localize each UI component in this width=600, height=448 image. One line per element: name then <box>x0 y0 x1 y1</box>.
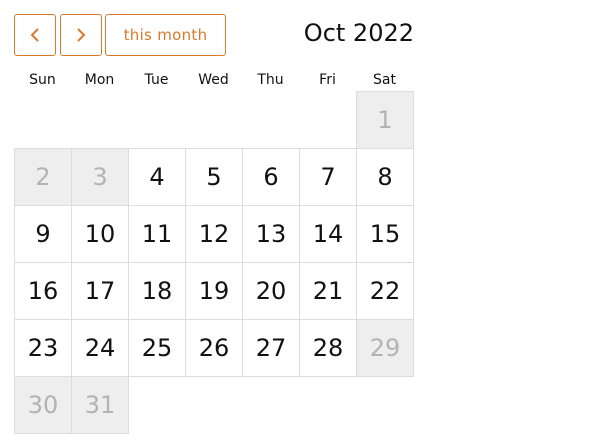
chevron-left-icon <box>30 28 39 42</box>
day-cell[interactable]: 8 <box>356 148 414 206</box>
empty-cell <box>128 376 186 434</box>
previous-month-button[interactable] <box>14 14 56 56</box>
day-cell[interactable]: 28 <box>299 319 357 377</box>
day-cell[interactable]: 20 <box>242 262 300 320</box>
day-cell[interactable]: 9 <box>14 205 72 263</box>
empty-cell <box>242 91 300 149</box>
weekday-header: Sun Mon Tue Wed Thu Fri Sat <box>14 68 414 92</box>
day-cell-outside-month[interactable]: 31 <box>71 376 129 434</box>
day-cell[interactable]: 27 <box>242 319 300 377</box>
day-cell[interactable]: 4 <box>128 148 186 206</box>
day-cell[interactable]: 15 <box>356 205 414 263</box>
day-cell[interactable]: 25 <box>128 319 186 377</box>
empty-cell <box>185 376 243 434</box>
empty-cell <box>242 376 300 434</box>
day-cell-outside-month[interactable]: 2 <box>14 148 72 206</box>
day-cell[interactable]: 10 <box>71 205 129 263</box>
day-cell[interactable]: 21 <box>299 262 357 320</box>
day-cell[interactable]: 17 <box>71 262 129 320</box>
day-cell[interactable]: 26 <box>185 319 243 377</box>
empty-cell <box>71 91 129 149</box>
day-cell-outside-month[interactable]: 3 <box>71 148 129 206</box>
day-cell[interactable]: 14 <box>299 205 357 263</box>
empty-cell <box>299 91 357 149</box>
day-cell[interactable]: 23 <box>14 319 72 377</box>
empty-cell <box>299 376 357 434</box>
day-cell[interactable]: 18 <box>128 262 186 320</box>
weekday-label: Tue <box>144 72 169 88</box>
month-title: Oct 2022 <box>303 19 414 47</box>
day-cell[interactable]: 7 <box>299 148 357 206</box>
weekday-label: Thu <box>257 72 284 88</box>
this-month-button[interactable]: this month <box>105 14 226 56</box>
weekday-label: Fri <box>319 72 336 88</box>
day-cell-outside-month[interactable]: 29 <box>356 319 414 377</box>
day-cell[interactable]: 6 <box>242 148 300 206</box>
weekday-label: Sun <box>29 72 56 88</box>
empty-cell <box>185 91 243 149</box>
day-cell[interactable]: 5 <box>185 148 243 206</box>
day-cell[interactable]: 24 <box>71 319 129 377</box>
weekday-label: Mon <box>84 72 115 88</box>
day-cell[interactable]: 12 <box>185 205 243 263</box>
chevron-right-icon <box>77 28 86 42</box>
weekday-label: Wed <box>198 72 229 88</box>
day-cell[interactable]: 19 <box>185 262 243 320</box>
day-cell-outside-month[interactable]: 1 <box>356 91 414 149</box>
day-cell[interactable]: 13 <box>242 205 300 263</box>
next-month-button[interactable] <box>60 14 102 56</box>
day-cell[interactable]: 11 <box>128 205 186 263</box>
weekday-label: Sat <box>373 72 396 88</box>
empty-cell <box>356 376 414 434</box>
calendar-grid: 1 2 3 4 5 6 7 8 9 10 11 12 13 14 15 16 17 18 19 20 21 22 23 24 2… <box>14 91 414 434</box>
empty-cell <box>128 91 186 149</box>
day-cell[interactable]: 16 <box>14 262 72 320</box>
day-cell[interactable]: 22 <box>356 262 414 320</box>
empty-cell <box>14 91 72 149</box>
day-cell-outside-month[interactable]: 30 <box>14 376 72 434</box>
